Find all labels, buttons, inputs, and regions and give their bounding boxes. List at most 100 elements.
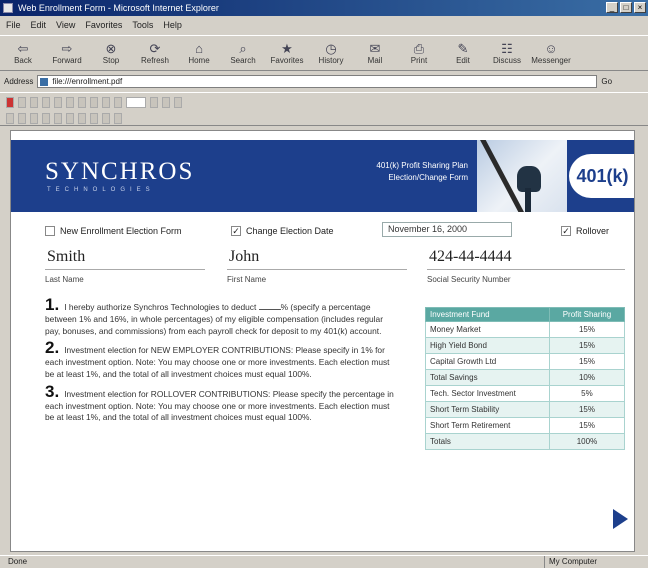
toolbar-stop-button[interactable]: ⊗ Stop [92,36,130,70]
toolbar-print-button[interactable]: ⎙ Print [400,36,438,70]
change-election-checkbox[interactable]: ✓ [231,226,241,236]
rollover-checkbox[interactable]: ✓ [561,226,571,236]
new-enrollment-option[interactable]: New Enrollment Election Form [45,226,182,236]
fund-percent-cell[interactable]: 15% [548,353,626,370]
toolbar-favorites-button[interactable]: ★ Favorites [268,36,306,70]
highlight-icon[interactable] [78,113,86,124]
status-text: Done [8,557,28,566]
toolbar-button-label: Messenger [531,55,571,65]
notes-icon[interactable] [66,113,74,124]
fund-name-cell: Money Market [425,321,550,338]
fit-width-icon[interactable] [174,97,182,108]
thumbnail-icon[interactable] [54,113,62,124]
last-page-icon[interactable] [114,97,122,108]
fund-name-cell: Totals [425,433,550,450]
menu-view[interactable]: View [56,17,75,33]
close-button[interactable]: × [634,2,646,13]
election-date-field[interactable]: November 16, 2000 [382,222,512,237]
toolbar-refresh-button[interactable]: ⟳ Refresh [136,36,174,70]
toolbar-history-button[interactable]: ◷ History [312,36,350,70]
toolbar-edit-button[interactable]: ✎ Edit [444,36,482,70]
bookmark-icon[interactable] [42,113,50,124]
address-input[interactable]: file:///enrollment.pdf [37,74,598,88]
menu-favorites[interactable]: Favorites [85,17,122,33]
first-name-field[interactable]: John [227,244,407,270]
fit-page-icon[interactable] [162,97,170,108]
fund-percent-cell[interactable]: 5% [548,385,626,402]
rotate-right-icon[interactable] [18,113,26,124]
new-enrollment-checkbox[interactable] [45,226,55,236]
rollover-label: Rollover [576,226,610,236]
deferral-percent-input[interactable] [258,300,281,310]
select-text-icon[interactable] [66,97,74,108]
fund-percent-cell[interactable]: 100% [548,433,626,450]
toolbar-mail-button[interactable]: ✉ Mail [356,36,394,70]
toolbar-button-label: Discuss [492,55,521,65]
menu-file[interactable]: File [6,17,21,33]
instruction-1-number: 1. [45,295,60,314]
fund-name-cell: High Yield Bond [425,337,550,354]
toolbar-messenger-button[interactable]: ☺ Messenger [531,36,571,70]
first-name-label: First Name [227,275,267,284]
company-logo-subtitle: TECHNOLOGIES [47,187,155,193]
instruction-1: 1. I hereby authorize Synchros Technologi… [45,296,397,337]
forward-arrow-icon: ⇨ [61,40,73,56]
instruction-3-text: Investment election for ROLLOVER CONTRIB… [45,388,394,423]
next-page-icon[interactable] [102,97,110,108]
print-icon[interactable] [30,97,38,108]
rollover-option[interactable]: ✓ Rollover [561,226,609,236]
table-row: High Yield Bond 15% [425,337,626,354]
toolbar-button-label: History [318,55,344,65]
fund-name-cell: Short Term Retirement [425,417,550,434]
menu-help[interactable]: Help [163,17,182,33]
form-tool-icon[interactable] [90,113,98,124]
save-icon[interactable] [18,97,26,108]
zoom-field[interactable] [126,97,146,108]
toolbar-home-button[interactable]: ⌂ Home [180,36,218,70]
link-tool-icon[interactable] [102,113,110,124]
find-icon[interactable] [30,113,38,124]
fund-name-cell: Tech. Sector Investment [425,385,550,402]
refresh-icon: ⟳ [149,40,161,56]
ssn-field[interactable]: 424-44-4444 [427,244,625,270]
go-button[interactable]: Go [601,77,612,86]
change-election-label: Change Election Date [246,226,334,236]
menu-tools[interactable]: Tools [132,17,153,33]
toolbar-discuss-button[interactable]: ☷ Discuss [488,36,526,70]
actual-size-icon[interactable] [150,97,158,108]
toolbar-button-label: Search [230,55,256,65]
favorites-icon: ★ [281,40,293,56]
search-icon: ⌕ [239,40,247,56]
acrobat-icon[interactable] [6,97,14,108]
help-icon[interactable] [114,113,122,124]
change-election-option[interactable]: ✓ Change Election Date [231,226,334,236]
hand-tool-icon[interactable] [42,97,50,108]
fund-percent-cell[interactable]: 15% [548,337,626,354]
fund-percent-cell[interactable]: 10% [548,369,626,386]
rotate-left-icon[interactable] [6,113,14,124]
status-bar: Done My Computer [0,555,648,568]
browser-window: Web Enrollment Form - Microsoft Internet… [0,0,648,568]
instruction-2-number: 2. [45,338,60,358]
table-row: Totals 100% [425,433,626,450]
fund-percent-cell[interactable]: 15% [548,321,626,338]
first-page-icon[interactable] [78,97,86,108]
toolbar-button-label: Print [410,55,428,65]
fund-percent-cell[interactable]: 15% [548,401,626,418]
next-page-arrow[interactable] [613,509,628,529]
prev-page-icon[interactable] [90,97,98,108]
maximize-button[interactable]: □ [620,2,632,13]
toolbar-back-button[interactable]: ⇦ Back [4,36,42,70]
toolbar-search-button[interactable]: ⌕ Search [224,36,262,70]
toolbar-button-label: Refresh [140,55,169,65]
zoom-tool-icon[interactable] [54,97,62,108]
minimize-button[interactable]: _ [606,2,618,13]
toolbar-forward-button[interactable]: ⇨ Forward [48,36,86,70]
fund-percent-cell[interactable]: 15% [548,417,626,434]
last-name-field[interactable]: Smith [45,244,205,270]
home-icon: ⌂ [195,40,203,56]
window-title: Web Enrollment Form - Microsoft Internet… [18,3,219,13]
fund-name-cell: Short Term Stability [425,401,550,418]
menu-bar: File Edit View Favorites Tools Help [0,17,648,33]
menu-edit[interactable]: Edit [31,17,47,33]
